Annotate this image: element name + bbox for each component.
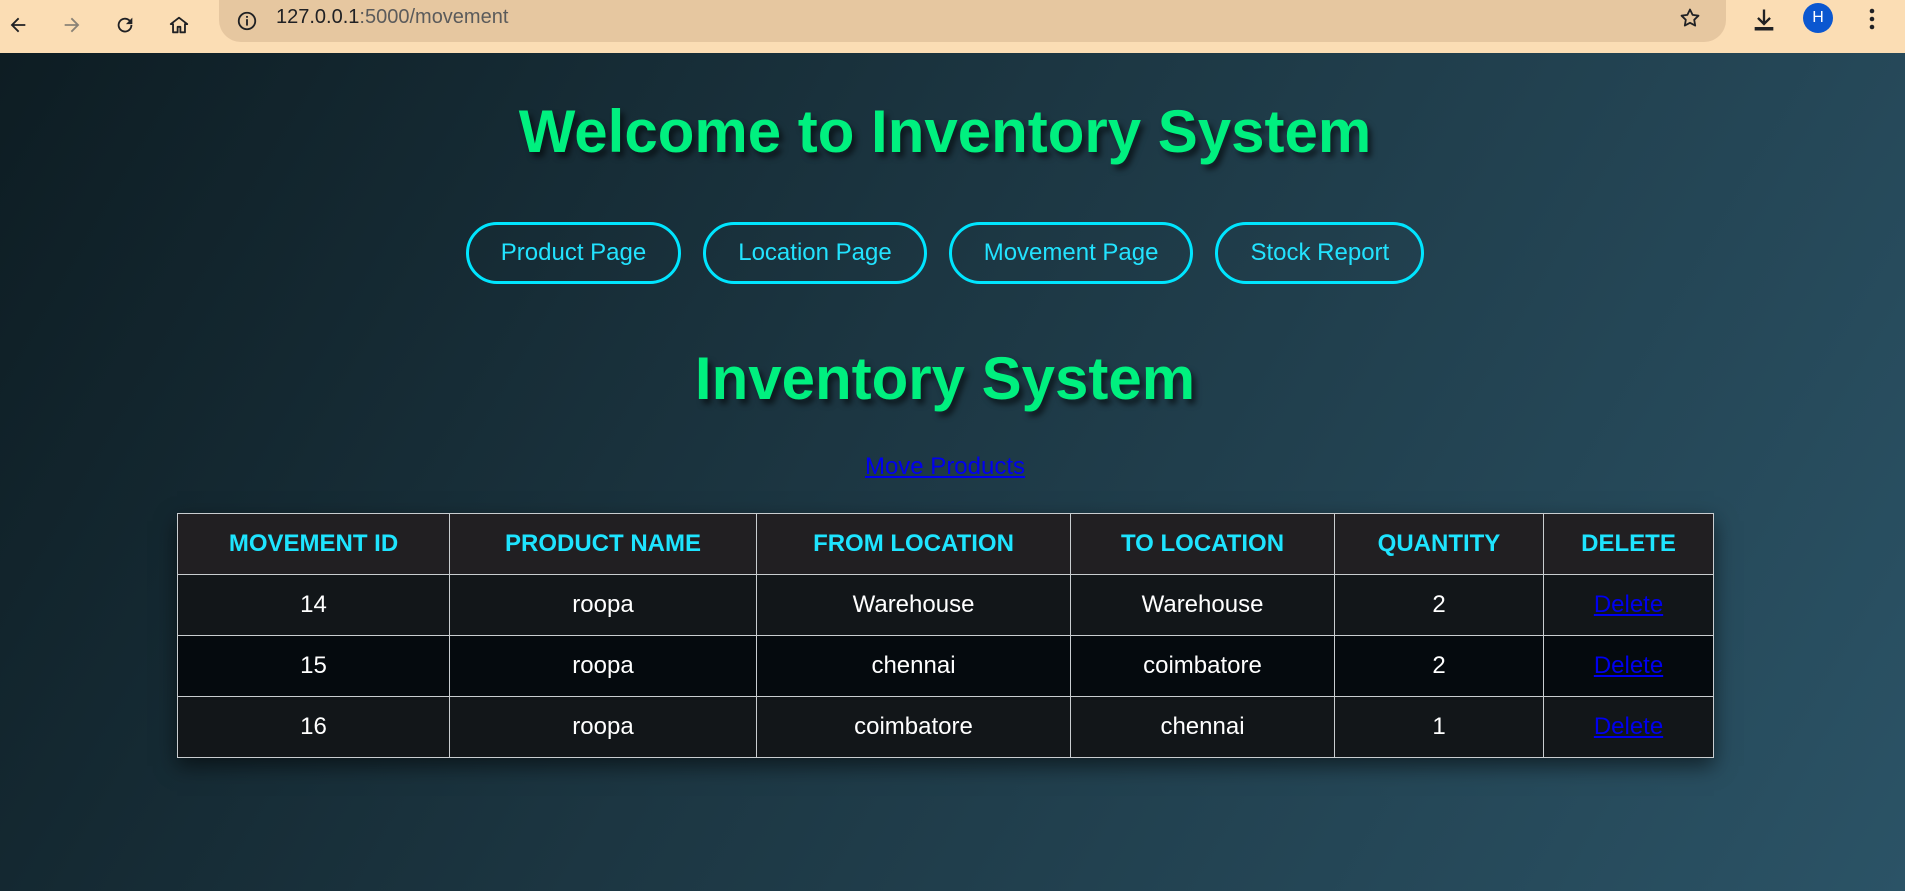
table-header-row: MOVEMENT ID PRODUCT NAME FROM LOCATION T…: [177, 513, 1714, 575]
cell-quantity: 1: [1334, 696, 1544, 758]
reload-icon[interactable]: [107, 7, 143, 43]
location-page-button[interactable]: Location Page: [703, 222, 927, 284]
cell-movement-id: 15: [177, 635, 450, 697]
movement-page-button[interactable]: Movement Page: [948, 222, 1194, 284]
home-icon[interactable]: [161, 7, 197, 43]
url-text[interactable]: 127.0.0.1:5000/movement: [276, 0, 508, 34]
delete-link[interactable]: Delete: [1594, 591, 1663, 618]
move-products-link[interactable]: Move Products: [865, 453, 1025, 480]
cell-movement-id: 14: [177, 574, 450, 636]
profile-avatar[interactable]: H: [1803, 3, 1833, 33]
table-row: 14 roopa Warehouse Warehouse 2 Delete: [177, 574, 1714, 636]
browser-toolbar: 127.0.0.1:5000/movement H: [0, 0, 1905, 53]
cell-quantity: 2: [1334, 635, 1544, 697]
move-products-link-wrapper: Move Products: [0, 453, 1890, 481]
nav-button-group: Product Page Location Page Movement Page…: [0, 222, 1890, 284]
cell-movement-id: 16: [177, 696, 450, 758]
url-host: 127.0.0.1: [276, 6, 360, 28]
movements-table: MOVEMENT ID PRODUCT NAME FROM LOCATION T…: [177, 513, 1714, 758]
cell-to-location: coimbatore: [1070, 635, 1335, 697]
cell-delete: Delete: [1543, 574, 1714, 636]
kebab-menu-icon[interactable]: [1860, 3, 1884, 35]
cell-delete: Delete: [1543, 696, 1714, 758]
table-row: 16 roopa coimbatore chennai 1 Delete: [177, 696, 1714, 758]
address-bar[interactable]: 127.0.0.1:5000/movement: [219, 0, 1726, 42]
stock-report-button[interactable]: Stock Report: [1215, 222, 1425, 284]
cell-product-name: roopa: [449, 635, 757, 697]
cell-from-location: chennai: [756, 635, 1071, 697]
header-delete: DELETE: [1543, 513, 1714, 575]
forward-arrow-icon[interactable]: [54, 7, 90, 43]
back-arrow-icon[interactable]: [0, 7, 36, 43]
cell-quantity: 2: [1334, 574, 1544, 636]
bookmark-star-icon[interactable]: [1676, 4, 1704, 32]
cell-product-name: roopa: [449, 696, 757, 758]
cell-delete: Delete: [1543, 635, 1714, 697]
download-icon[interactable]: [1748, 4, 1780, 36]
cell-product-name: roopa: [449, 574, 757, 636]
product-page-button[interactable]: Product Page: [465, 222, 682, 284]
header-from-location: FROM LOCATION: [756, 513, 1071, 575]
header-movement-id: MOVEMENT ID: [177, 513, 450, 575]
cell-to-location: Warehouse: [1070, 574, 1335, 636]
section-title: Inventory System: [694, 345, 1196, 412]
table-row: 15 roopa chennai coimbatore 2 Delete: [177, 635, 1714, 697]
delete-link[interactable]: Delete: [1594, 713, 1663, 740]
cell-from-location: coimbatore: [756, 696, 1071, 758]
site-info-icon[interactable]: [232, 6, 262, 36]
header-to-location: TO LOCATION: [1070, 513, 1335, 575]
cell-to-location: chennai: [1070, 696, 1335, 758]
delete-link[interactable]: Delete: [1594, 652, 1663, 679]
url-path: :5000/movement: [359, 6, 509, 28]
header-quantity: QUANTITY: [1334, 513, 1544, 575]
header-product-name: PRODUCT NAME: [449, 513, 757, 575]
page-title: Welcome to Inventory System: [518, 98, 1372, 165]
cell-from-location: Warehouse: [756, 574, 1071, 636]
